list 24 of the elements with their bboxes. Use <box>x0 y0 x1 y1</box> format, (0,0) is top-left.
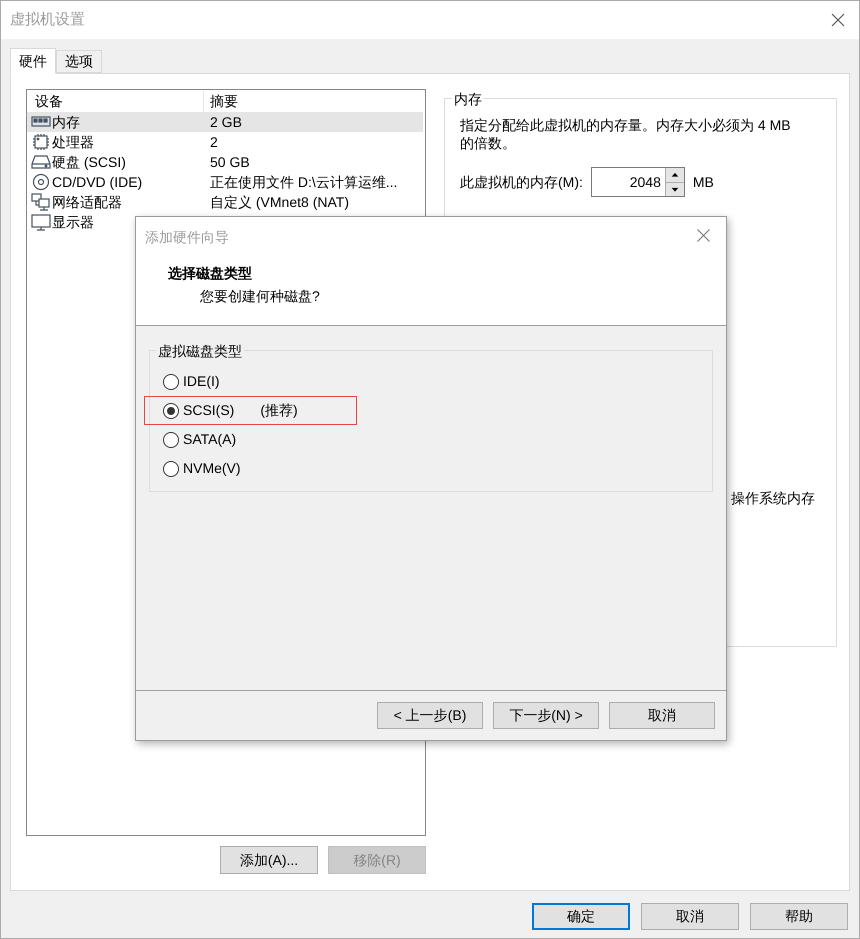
radio-label: IDE(I) <box>183 372 220 391</box>
memory-description: 指定分配给此虚拟机的内存量。内存大小必须为 4 MB 的倍数。 <box>460 116 792 152</box>
radio-label: NVMe(V) <box>183 459 241 478</box>
dialog-heading: 选择磁盘类型 <box>168 264 252 283</box>
device-summary: 正在使用文件 D:\云计算运维... <box>209 172 398 192</box>
device-summary: 50 GB <box>209 152 250 172</box>
device-name: 处理器 <box>52 132 94 152</box>
window-title: 虚拟机设置 <box>10 10 85 30</box>
radio-label: SATA(A) <box>183 430 236 449</box>
device-name: 内存 <box>52 112 80 132</box>
unit-label: MB <box>692 172 714 192</box>
device-name: CD/DVD (IDE) <box>52 172 142 192</box>
field-label: 此虚拟机的内存(M): <box>460 172 583 192</box>
dialog-subheading: 您要创建何种磁盘? <box>200 287 320 306</box>
device-name: 显示器 <box>52 212 94 232</box>
memory-note: 操作系统内存 <box>731 489 815 508</box>
radio-label: SCSI(S) <box>183 401 234 420</box>
device-name: 网络适配器 <box>52 192 122 212</box>
device-summary: 2 GB <box>209 112 242 132</box>
dialog-title: 添加硬件向导 <box>145 228 229 247</box>
device-summary: 自定义 (VMnet8 (NAT) <box>209 192 349 212</box>
device-summary: 2 <box>209 132 218 152</box>
radio-note: (推荐) <box>260 401 298 420</box>
device-name: 硬盘 (SCSI) <box>52 152 126 172</box>
